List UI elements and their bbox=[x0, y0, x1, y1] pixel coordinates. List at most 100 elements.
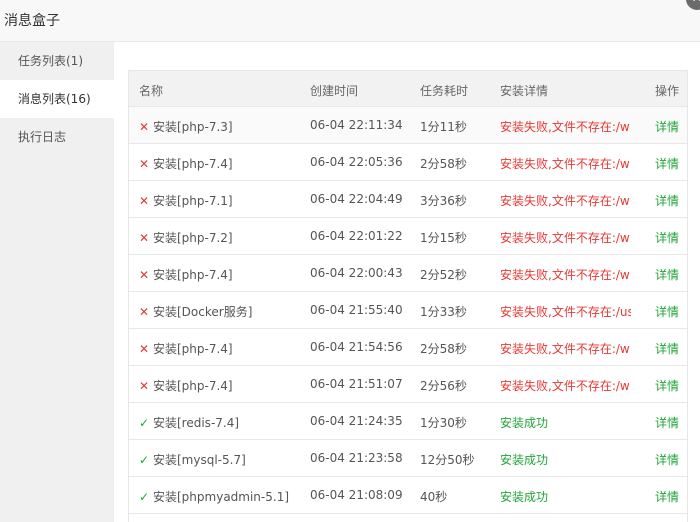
task-duration: 2分58秒 bbox=[420, 157, 467, 171]
cross-icon: ✕ bbox=[139, 157, 150, 171]
created-time: 06-04 22:04:49 bbox=[310, 192, 403, 206]
install-detail: 安装成功 bbox=[500, 416, 549, 430]
task-name: 安装[redis-7.4] bbox=[153, 416, 240, 430]
created-time: 06-04 21:23:58 bbox=[310, 451, 403, 465]
detail-link[interactable]: 详情 bbox=[655, 488, 679, 505]
task-name-cell: ✕ 安装[php-7.2] bbox=[139, 229, 304, 246]
created-time: 06-04 21:08:09 bbox=[310, 488, 403, 502]
task-name: 安装[mysql-5.7] bbox=[153, 453, 246, 467]
created-time: 06-04 22:00:43 bbox=[310, 266, 403, 280]
table-row: ✕ 安装[php-7.2] 06-04 22:01:22 1分15秒 安装失败,文件不存… bbox=[129, 218, 687, 255]
column-header-name: 名称 bbox=[139, 84, 164, 98]
task-name: 安装[php-7.4] bbox=[153, 342, 233, 356]
sidebar-item-execution-log[interactable]: 执行日志 bbox=[0, 118, 114, 156]
sidebar-item-task-list[interactable]: 任务列表(1) bbox=[0, 42, 114, 80]
task-duration: 1分30秒 bbox=[420, 416, 467, 430]
column-header-time: 创建时间 bbox=[310, 84, 359, 98]
task-name: 安装[php-7.4] bbox=[153, 379, 233, 393]
install-detail: 安装成功 bbox=[500, 453, 549, 467]
task-duration: 2分52秒 bbox=[420, 268, 467, 282]
detail-link[interactable]: 详情 bbox=[655, 451, 679, 468]
install-detail: 安装失败,文件不存在:/w bbox=[500, 194, 630, 208]
task-name: 安装[Docker服务] bbox=[153, 305, 253, 319]
task-name-cell: ✓ 安装[redis-7.4] bbox=[139, 414, 304, 431]
table-row: ✕ 安装[php-7.3] 06-04 22:11:34 1分11秒 安装失败,文件不存… bbox=[129, 107, 687, 144]
column-header-detail: 安装详情 bbox=[500, 84, 549, 98]
cross-icon: ✕ bbox=[139, 268, 150, 282]
detail-link[interactable]: 详情 bbox=[655, 192, 679, 209]
task-name: 安装[php-7.2] bbox=[153, 231, 233, 245]
task-name: 安装[php-7.4] bbox=[153, 268, 233, 282]
detail-link[interactable]: 详情 bbox=[655, 340, 679, 357]
task-duration: 12分50秒 bbox=[420, 453, 475, 467]
task-name-cell: ✕ 安装[php-7.4] bbox=[139, 340, 304, 357]
table-row: ✕ 安装[Docker服务] 06-04 21:55:40 1分33秒 安装失败,文件不… bbox=[129, 292, 687, 329]
install-detail: 安装失败,文件不存在:/us bbox=[500, 305, 631, 319]
created-time: 06-04 21:54:56 bbox=[310, 340, 403, 354]
detail-link[interactable]: 详情 bbox=[655, 303, 679, 320]
detail-link[interactable]: 详情 bbox=[655, 118, 679, 135]
cross-icon: ✕ bbox=[139, 379, 150, 393]
table-row: ✓ 安装[redis-7.4] 06-04 21:24:35 1分30秒 安装成功 详情 bbox=[129, 403, 687, 440]
task-name-cell: ✕ 安装[php-7.3] bbox=[139, 118, 304, 135]
task-duration: 1分33秒 bbox=[420, 305, 467, 319]
task-name: 安装[phpmyadmin-5.1] bbox=[153, 490, 290, 504]
detail-link[interactable]: 详情 bbox=[655, 414, 679, 431]
table-header: 名称 创建时间 任务耗时 安装详情 操作 bbox=[129, 71, 687, 107]
task-name: 安装[php-7.1] bbox=[153, 194, 233, 208]
task-duration: 40秒 bbox=[420, 490, 448, 504]
table-row: ✕ 安装[php-7.4] 06-04 21:54:56 2分58秒 安装失败,文件不存… bbox=[129, 329, 687, 366]
task-duration: 1分15秒 bbox=[420, 231, 467, 245]
install-detail: 安装失败,文件不存在:/w bbox=[500, 157, 630, 171]
cross-icon: ✕ bbox=[139, 120, 150, 134]
created-time: 06-04 22:11:34 bbox=[310, 118, 403, 132]
install-detail: 安装失败,文件不存在:/w bbox=[500, 120, 630, 134]
install-detail: 安装失败,文件不存在:/w bbox=[500, 231, 630, 245]
install-detail: 安装成功 bbox=[500, 490, 549, 504]
column-header-action: 操作 bbox=[655, 84, 680, 98]
table-row: ✕ 安装[php-7.4] 06-04 21:51:07 2分56秒 安装失败,文件不存… bbox=[129, 366, 687, 403]
table-row: ✓ 安装[mysql-5.7] 06-04 21:23:58 12分50秒 安装成功 详情 bbox=[129, 440, 687, 477]
task-name-cell: ✕ 安装[Docker服务] bbox=[139, 303, 304, 320]
task-name-cell: ✕ 安装[php-7.4] bbox=[139, 266, 304, 283]
task-name-cell: ✕ 安装[php-7.1] bbox=[139, 192, 304, 209]
task-duration: 2分56秒 bbox=[420, 379, 467, 393]
created-time: 06-04 22:01:22 bbox=[310, 229, 403, 243]
window-titlebar: 消息盒子 bbox=[0, 0, 700, 42]
table-row: ✕ 安装[php-7.1] 06-04 22:04:49 3分36秒 安装失败,文件不存… bbox=[129, 181, 687, 218]
task-name: 安装[php-7.3] bbox=[153, 120, 233, 134]
cross-icon: ✕ bbox=[139, 305, 150, 319]
task-duration: 2分58秒 bbox=[420, 342, 467, 356]
cross-icon: ✕ bbox=[139, 194, 150, 208]
task-name-cell: ✕ 安装[php-7.4] bbox=[139, 155, 304, 172]
install-detail: 安装失败,文件不存在:/w bbox=[500, 268, 630, 282]
detail-link[interactable]: 详情 bbox=[655, 155, 679, 172]
check-icon: ✓ bbox=[139, 416, 150, 430]
task-name-cell: ✓ 安装[phpmyadmin-5.1] bbox=[139, 488, 304, 505]
install-detail: 安装失败,文件不存在:/w bbox=[500, 342, 630, 356]
detail-link[interactable]: 详情 bbox=[655, 266, 679, 283]
cross-icon: ✕ bbox=[139, 342, 150, 356]
detail-link[interactable]: 详情 bbox=[655, 377, 679, 394]
sidebar: 任务列表(1) 消息列表(16) 执行日志 bbox=[0, 42, 114, 522]
window-title: 消息盒子 bbox=[4, 13, 60, 29]
column-header-duration: 任务耗时 bbox=[420, 84, 469, 98]
sidebar-item-message-list[interactable]: 消息列表(16) bbox=[0, 80, 114, 118]
created-time: 06-04 21:24:35 bbox=[310, 414, 403, 428]
message-table: 名称 创建时间 任务耗时 安装详情 操作 ✕ 安装[php-7.3] 06-04 2… bbox=[128, 70, 688, 522]
check-icon: ✓ bbox=[139, 453, 150, 467]
task-duration: 1分11秒 bbox=[420, 120, 467, 134]
cross-icon: ✕ bbox=[139, 231, 150, 245]
table-row: ✕ 安装[php-7.4] 06-04 22:05:36 2分58秒 安装失败,文件不存… bbox=[129, 144, 687, 181]
created-time: 06-04 21:51:07 bbox=[310, 377, 403, 391]
created-time: 06-04 21:55:40 bbox=[310, 303, 403, 317]
task-name: 安装[php-7.4] bbox=[153, 157, 233, 171]
table-row: ✓ 安装[phpmyadmin-5.1] 06-04 21:08:09 40秒 安装成功… bbox=[129, 477, 687, 514]
check-icon: ✓ bbox=[139, 490, 150, 504]
install-detail: 安装失败,文件不存在:/w bbox=[500, 379, 630, 393]
task-name-cell: ✕ 安装[php-7.4] bbox=[139, 377, 304, 394]
task-duration: 3分36秒 bbox=[420, 194, 467, 208]
task-name-cell: ✓ 安装[mysql-5.7] bbox=[139, 451, 304, 468]
detail-link[interactable]: 详情 bbox=[655, 229, 679, 246]
table-row: ✕ 安装[php-7.4] 06-04 22:00:43 2分52秒 安装失败,文件不存… bbox=[129, 255, 687, 292]
